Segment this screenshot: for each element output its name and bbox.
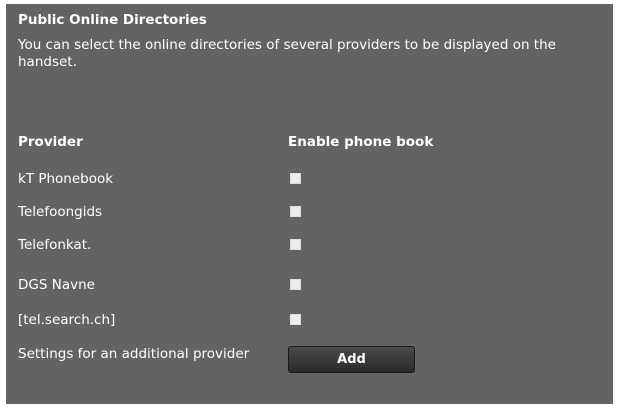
provider-name: DGS Navne (18, 277, 95, 293)
additional-provider-label: Settings for an additional provider (18, 346, 250, 362)
provider-row: Telefonkat. (6, 235, 613, 255)
column-header-provider: Provider (18, 134, 83, 150)
add-provider-button[interactable]: Add (288, 346, 415, 373)
page-title: Public Online Directories (18, 12, 207, 28)
enable-checkbox-dgs-navne[interactable] (290, 279, 301, 290)
description-text: You can select the online directories of… (18, 37, 556, 70)
enable-checkbox-telefoongids[interactable] (290, 206, 301, 217)
provider-name: Telefonkat. (18, 237, 92, 253)
provider-row: [tel.search.ch] (6, 310, 613, 330)
column-header-enable-phone-book: Enable phone book (288, 134, 434, 150)
provider-name: kT Phonebook (18, 171, 114, 187)
provider-name: [tel.search.ch] (18, 312, 116, 328)
provider-row: kT Phonebook (6, 169, 613, 189)
provider-row: DGS Navne (6, 275, 613, 295)
directories-panel: Public Online Directories You can select… (6, 4, 613, 404)
enable-checkbox-tel-search-ch[interactable] (290, 314, 301, 325)
enable-checkbox-kt-phonebook[interactable] (290, 173, 301, 184)
provider-name: Telefoongids (18, 204, 103, 220)
enable-checkbox-telefonkat[interactable] (290, 239, 301, 250)
provider-row: Telefoongids (6, 202, 613, 222)
